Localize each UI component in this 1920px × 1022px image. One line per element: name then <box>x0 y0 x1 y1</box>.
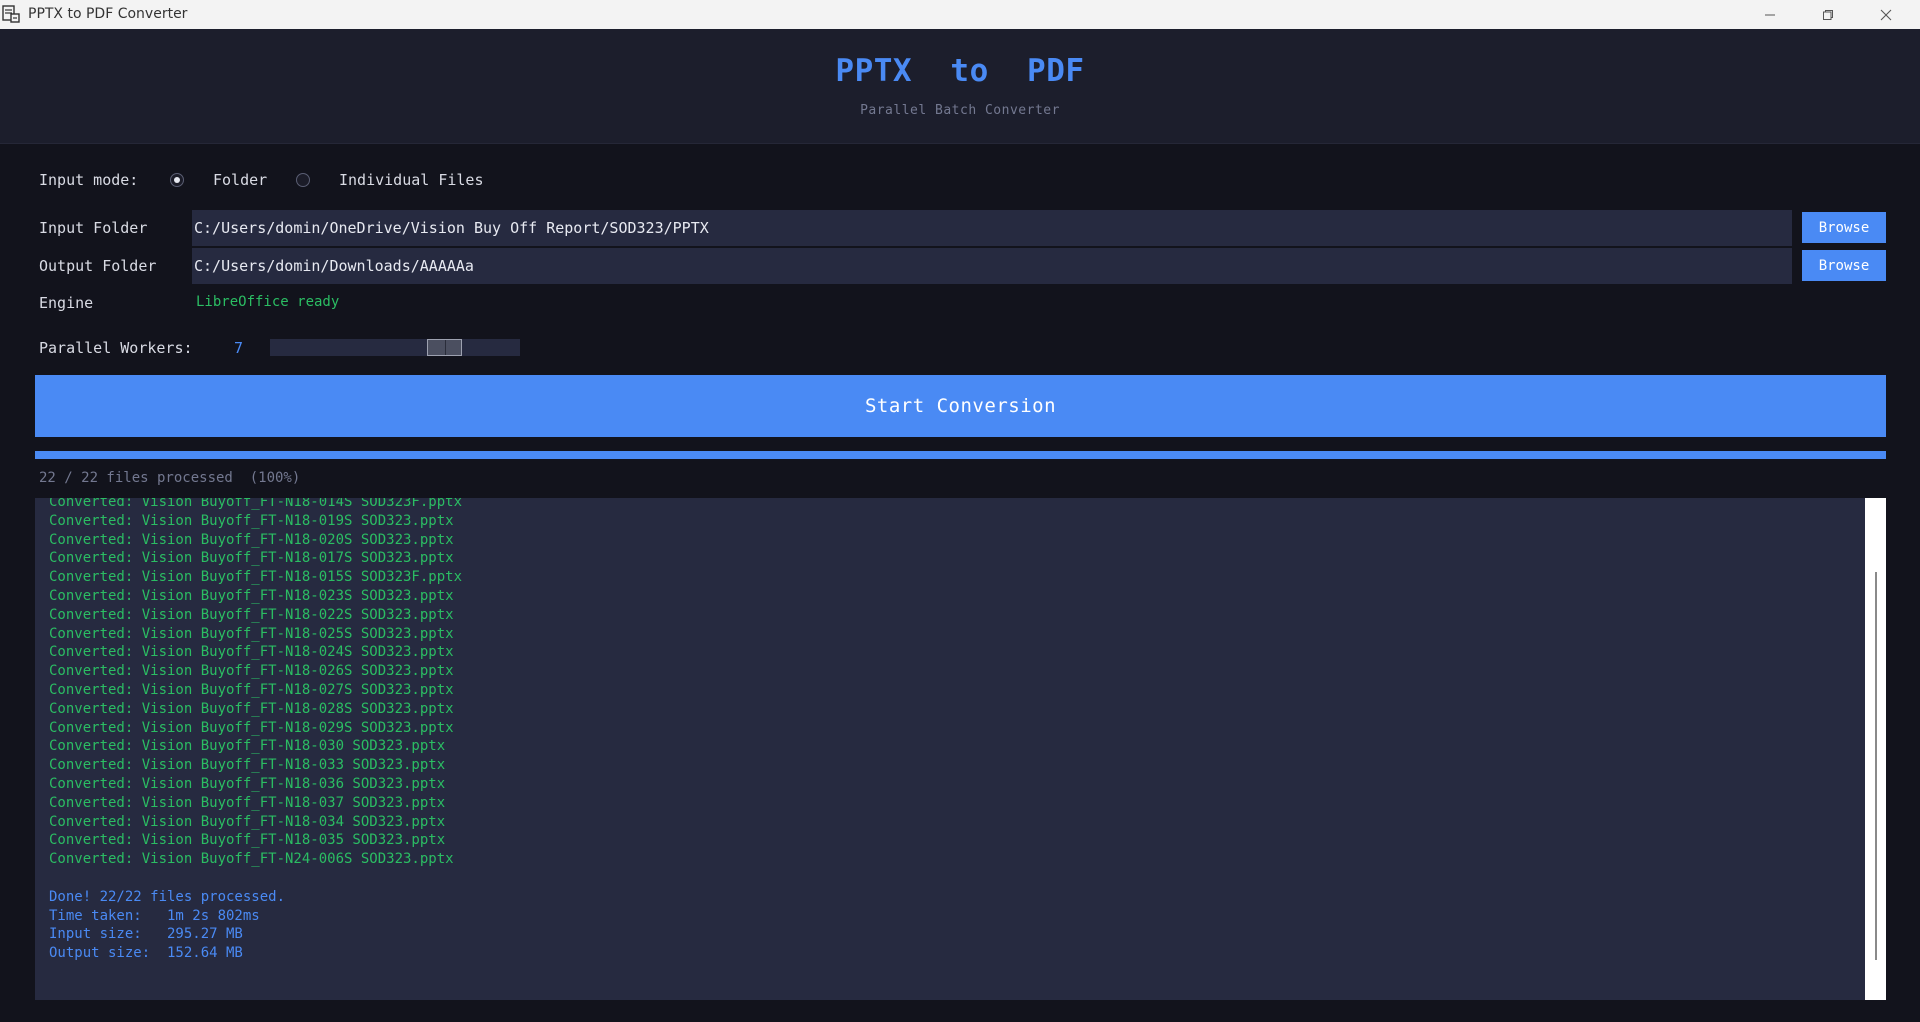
log-summary-output-size: Output size: 152.64 MB <box>49 945 243 962</box>
log-line: Converted: Vision Buyoff_FT-N18-034 SOD3… <box>49 813 446 830</box>
log-line: Converted: Vision Buyoff_FT-N18-023S SOD… <box>49 587 454 604</box>
log-line: Converted: Vision Buyoff_FT-N18-020S SOD… <box>49 531 454 548</box>
minimize-icon <box>1765 14 1775 15</box>
log-line: Converted: Vision Buyoff_FT-N18-025S SOD… <box>49 625 454 642</box>
title-bar: PPTX to PDF Converter <box>0 0 1920 30</box>
log-line: Converted: Vision Buyoff_FT-N18-030 SOD3… <box>49 738 446 755</box>
scrollbar-thumb[interactable] <box>1875 572 1877 960</box>
log-line: Converted: Vision Buyoff_FT-N18-027S SOD… <box>49 681 454 698</box>
output-folder-field[interactable]: C:/Users/domin/Downloads/AAAAAa <box>192 248 1792 284</box>
input-mode-label: Input mode: <box>39 171 139 189</box>
log-line: Converted: Vision Buyoff_FT-N18-017S SOD… <box>49 550 454 567</box>
output-folder-label: Output Folder <box>39 257 157 275</box>
workers-slider[interactable] <box>270 339 520 356</box>
log-line: Converted: Vision Buyoff_FT-N18-015S SOD… <box>49 569 463 586</box>
app-window: PPTX to PDF Converter PPTX to PDF Parall… <box>0 0 1920 1022</box>
log-summary-done: Done! 22/22 files processed. <box>49 888 286 905</box>
input-folder-label: Input Folder <box>39 219 148 237</box>
log-line: Converted: Vision Buyoff_FT-N18-029S SOD… <box>49 719 454 736</box>
log-line: Converted: Vision Buyoff_FT-N18-024S SOD… <box>49 644 454 661</box>
log-panel[interactable]: Converted: Vision Buyoff_FT-N18-014S SOD… <box>35 498 1865 1000</box>
restore-icon <box>1823 9 1833 20</box>
start-conversion-button[interactable]: Start Conversion <box>35 375 1886 437</box>
log-line: Converted: Vision Buyoff_FT-N24-006S SOD… <box>49 851 454 868</box>
slider-handle[interactable] <box>427 339 462 356</box>
restore-button[interactable] <box>1799 0 1857 29</box>
log-spacer <box>49 869 1849 888</box>
log-line: Converted: Vision Buyoff_FT-N18-019S SOD… <box>49 512 454 529</box>
page-subtitle: Parallel Batch Converter <box>860 103 1060 118</box>
app-icon <box>2 5 20 23</box>
progress-fill <box>35 451 1886 459</box>
radio-folder-label[interactable]: Folder <box>213 171 267 189</box>
radio-individual-files[interactable] <box>296 173 310 187</box>
log-line: Converted: Vision Buyoff_FT-N18-035 SOD3… <box>49 832 446 849</box>
log-line: Converted: Vision Buyoff_FT-N18-036 SOD3… <box>49 775 446 792</box>
header-banner: PPTX to PDF Parallel Batch Converter <box>0 29 1920 144</box>
radio-folder[interactable] <box>170 173 184 187</box>
progress-text: 22 / 22 files processed (100%) <box>39 470 301 486</box>
engine-label: Engine <box>39 294 94 312</box>
close-button[interactable] <box>1857 0 1915 29</box>
input-browse-button[interactable]: Browse <box>1802 212 1886 243</box>
log-line: Converted: Vision Buyoff_FT-N18-037 SOD3… <box>49 794 446 811</box>
log-line: Converted: Vision Buyoff_FT-N18-014S SOD… <box>49 498 463 510</box>
engine-status: LibreOffice ready <box>196 294 340 310</box>
log-line: Converted: Vision Buyoff_FT-N18-022S SOD… <box>49 606 454 623</box>
workers-value: 7 <box>234 339 244 357</box>
log-scrollbar[interactable] <box>1865 498 1886 1000</box>
progress-bar <box>35 451 1886 459</box>
workers-label: Parallel Workers: <box>39 339 193 357</box>
log-line: Converted: Vision Buyoff_FT-N18-028S SOD… <box>49 700 454 717</box>
window-title: PPTX to PDF Converter <box>28 6 188 22</box>
output-browse-button[interactable]: Browse <box>1802 250 1886 281</box>
radio-individual-files-label[interactable]: Individual Files <box>339 171 484 189</box>
page-title: PPTX to PDF <box>835 53 1085 89</box>
log-line: Converted: Vision Buyoff_FT-N18-026S SOD… <box>49 663 454 680</box>
log-content: Converted: Vision Buyoff_FT-N18-014S SOD… <box>49 498 1849 963</box>
log-summary-time: Time taken: 1m 2s 802ms <box>49 907 260 924</box>
close-icon <box>1880 9 1892 20</box>
log-line: Converted: Vision Buyoff_FT-N18-033 SOD3… <box>49 757 446 774</box>
minimize-button[interactable] <box>1741 0 1799 29</box>
log-summary-input-size: Input size: 295.27 MB <box>49 926 243 943</box>
input-folder-field[interactable]: C:/Users/domin/OneDrive/Vision Buy Off R… <box>192 210 1792 246</box>
